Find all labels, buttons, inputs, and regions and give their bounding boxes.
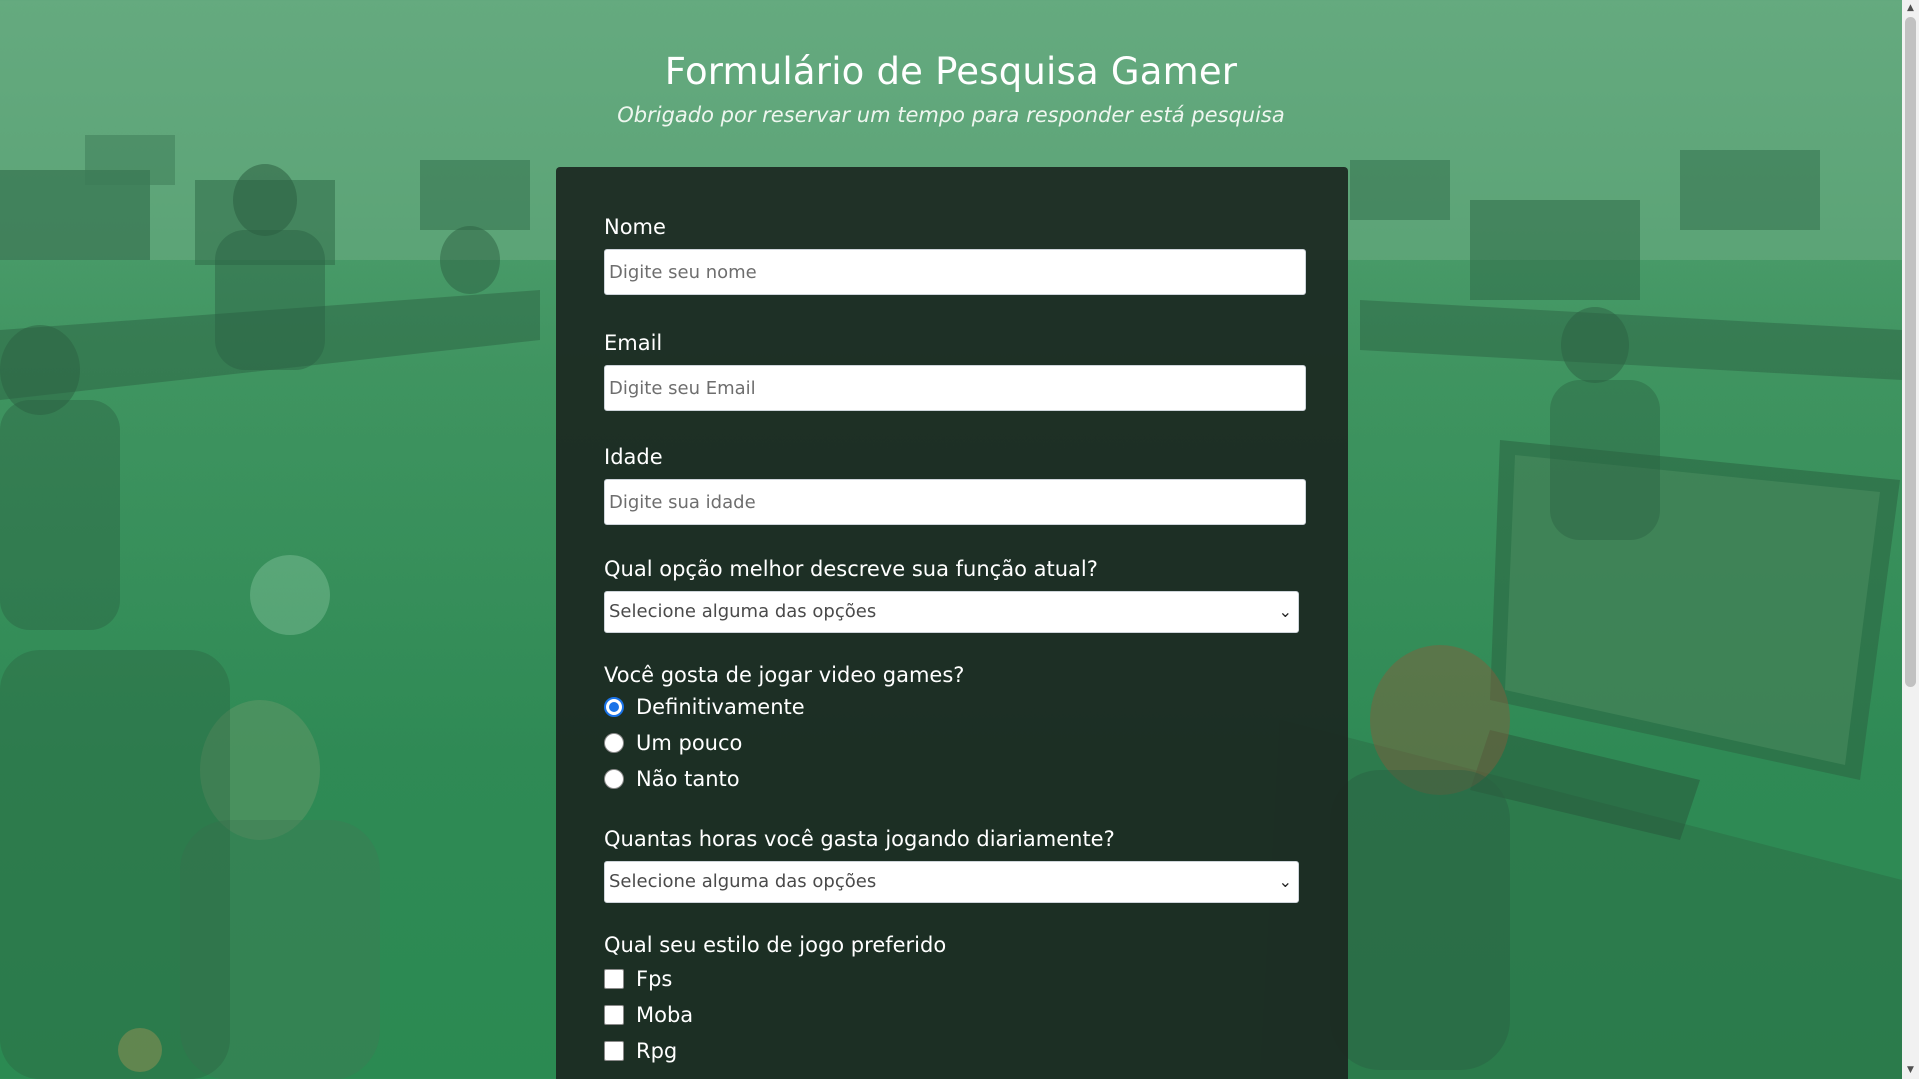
hours-label: Quantas horas você gasta jogando diariam… [604, 827, 1115, 851]
radio-option-label: Um pouco [636, 731, 743, 755]
page-subtitle: Obrigado por reservar um tempo para resp… [617, 103, 1285, 127]
page-header: Formulário de Pesquisa Gamer Obrigado po… [0, 0, 1902, 127]
checkbox[interactable] [604, 969, 624, 989]
style-label: Qual seu estilo de jogo preferido [604, 933, 947, 957]
radio-option-definitivamente[interactable]: Definitivamente [604, 689, 1306, 725]
age-field-group: Idade [604, 445, 1306, 525]
hours-select[interactable]: Selecione alguma das opções ⌄ [604, 861, 1299, 903]
email-field-group: Email [604, 331, 1306, 411]
email-input[interactable] [604, 365, 1306, 411]
chevron-down-icon: ⌄ [1278, 872, 1292, 891]
likes-games-label: Você gosta de jogar video games? [604, 663, 965, 687]
name-input[interactable] [604, 249, 1306, 295]
hours-select-value: Selecione alguma das opções [609, 871, 877, 892]
page-title: Formulário de Pesquisa Gamer [664, 50, 1238, 93]
style-field-group: Qual seu estilo de jogo preferido Fps Mo… [604, 933, 1306, 1069]
radio-button[interactable] [604, 769, 624, 789]
name-field-group: Nome [604, 215, 1306, 295]
age-label: Idade [604, 445, 663, 469]
checkbox-option-label: Fps [636, 967, 673, 991]
role-select-value: Selecione alguma das opções [609, 601, 877, 622]
hours-field-group: Quantas horas você gasta jogando diariam… [604, 827, 1306, 903]
checkbox[interactable] [604, 1041, 624, 1061]
checkbox[interactable] [604, 1005, 624, 1025]
checkbox-option-label: Moba [636, 1003, 694, 1027]
arrow-up-icon[interactable]: ▲ [1902, 0, 1919, 17]
radio-option-label: Não tanto [636, 767, 740, 791]
arrow-down-icon[interactable]: ▼ [1902, 1062, 1919, 1079]
age-input[interactable] [604, 479, 1306, 525]
scrollbar-thumb[interactable] [1905, 17, 1916, 687]
checkbox-option-moba[interactable]: Moba [604, 997, 1306, 1033]
radio-option-nao-tanto[interactable]: Não tanto [604, 761, 1306, 797]
radio-button[interactable] [604, 733, 624, 753]
role-field-group: Qual opção melhor descreve sua função at… [604, 557, 1306, 633]
vertical-scrollbar[interactable]: ▲ ▼ [1902, 0, 1919, 1079]
role-label: Qual opção melhor descreve sua função at… [604, 557, 1098, 581]
radio-option-label: Definitivamente [636, 695, 805, 719]
likes-games-group: Você gosta de jogar video games? Definit… [604, 663, 1306, 797]
radio-button[interactable] [604, 697, 624, 717]
radio-option-um-pouco[interactable]: Um pouco [604, 725, 1306, 761]
role-select[interactable]: Selecione alguma das opções ⌄ [604, 591, 1299, 633]
name-label: Nome [604, 215, 666, 239]
checkbox-option-fps[interactable]: Fps [604, 961, 1306, 997]
chevron-down-icon: ⌄ [1278, 602, 1292, 621]
survey-form: Nome Email Idade Qual opção melhor descr… [556, 167, 1348, 1079]
checkbox-option-rpg[interactable]: Rpg [604, 1033, 1306, 1069]
checkbox-option-label: Rpg [636, 1039, 678, 1063]
email-label: Email [604, 331, 663, 355]
